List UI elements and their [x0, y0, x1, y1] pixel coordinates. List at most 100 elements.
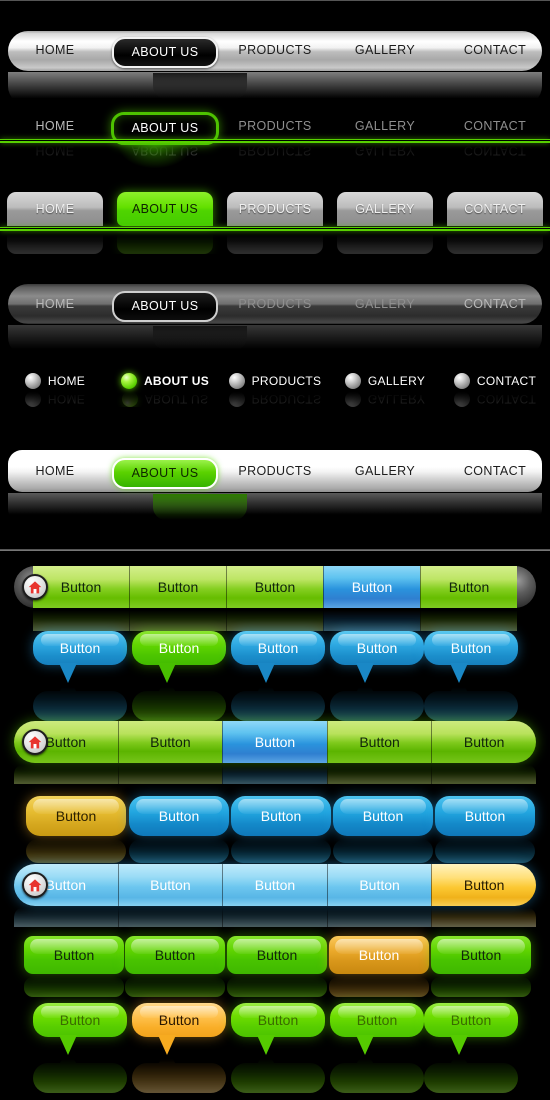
- tab-about-us[interactable]: ABOUT US: [117, 192, 213, 226]
- bubble-button-5[interactable]: Button: [424, 631, 518, 683]
- bubble-row-green: Button Button Button Button Button: [0, 999, 550, 1099]
- segment-button-3-active[interactable]: Button: [222, 721, 327, 763]
- bubble-tail: [59, 1035, 77, 1055]
- nav-item-label: CONTACT: [463, 464, 527, 478]
- separate-button-4-active[interactable]: Button: [329, 936, 429, 974]
- bubble-label: Button: [59, 1012, 101, 1028]
- bubble-button-1[interactable]: Button: [33, 1003, 127, 1055]
- segment-reflection: [14, 764, 118, 784]
- button-bars-panel: Button Button Button Button Button Butto…: [0, 550, 550, 1100]
- segment-button-2[interactable]: Button: [129, 566, 226, 608]
- tab-reflection: [447, 232, 543, 254]
- pill-label: Button: [55, 808, 97, 824]
- nav-item-label: CONTACT: [463, 297, 527, 311]
- nav-item-contact[interactable]: CONTACT: [440, 465, 550, 489]
- bubble-button-1[interactable]: Button: [33, 631, 127, 683]
- segment-button-2[interactable]: Button: [117, 864, 223, 906]
- home-icon[interactable]: [22, 729, 48, 755]
- bubble-label: Button: [257, 1012, 299, 1028]
- separate-button-2[interactable]: Button: [125, 936, 225, 974]
- nav-item-contact[interactable]: CONTACT: [440, 44, 550, 68]
- bubble-button-4[interactable]: Button: [330, 631, 424, 683]
- home-icon[interactable]: [22, 574, 48, 600]
- nav-item-label: PRODUCTS: [238, 297, 312, 311]
- pill-button-3[interactable]: Button: [231, 796, 331, 836]
- bubble-button-5[interactable]: Button: [424, 1003, 518, 1055]
- btn-row-green-separate: Button Button Button Button Button: [0, 936, 550, 998]
- segment-label: Button: [448, 579, 490, 595]
- bubble-label: Button: [450, 1012, 492, 1028]
- nav-item-products[interactable]: PRODUCTS: [220, 298, 330, 322]
- nav-item-home[interactable]: HOME: [0, 465, 110, 489]
- bubble-button-2-active[interactable]: Button: [132, 631, 226, 683]
- segment-reflection: [431, 907, 536, 927]
- nav-item-home[interactable]: HOME: [0, 298, 110, 322]
- nav-item-label: GALLERY: [354, 43, 416, 57]
- nav-dot-item-products[interactable]: PRODUCTS: [220, 373, 330, 389]
- segment-button-3[interactable]: Button: [222, 864, 327, 906]
- pill-button-2[interactable]: Button: [129, 796, 229, 836]
- nav-item-gallery[interactable]: GALLERY: [330, 298, 440, 322]
- nav-dot-item-home[interactable]: HOME: [0, 373, 110, 389]
- segment-label: Button: [254, 877, 296, 893]
- tab-home[interactable]: HOME: [7, 192, 103, 226]
- nav-item-gallery[interactable]: GALLERY: [330, 44, 440, 68]
- bubble-button-4[interactable]: Button: [330, 1003, 424, 1055]
- nav-item-about-us[interactable]: ABOUT US: [110, 458, 220, 489]
- nav-dot-label: PRODUCTS: [251, 374, 322, 388]
- segment-label: Button: [254, 579, 296, 595]
- nav-active-capsule-reflection: [153, 326, 247, 350]
- pill-row-blue: Button Button Button Button Button: [0, 796, 550, 871]
- nav-item-contact[interactable]: CONTACT: [440, 298, 550, 322]
- separate-button-3[interactable]: Button: [227, 936, 327, 974]
- segment-label: Button: [351, 579, 393, 595]
- tab-gallery[interactable]: GALLERY: [337, 192, 433, 226]
- bubble-tail: [356, 1035, 374, 1055]
- tab-reflection: [337, 232, 433, 254]
- segment-button-5[interactable]: Button: [420, 566, 517, 608]
- segment-button-4-active[interactable]: Button: [323, 566, 420, 608]
- nav-item-products[interactable]: PRODUCTS: [220, 44, 330, 68]
- btnbar-blue-rounded-row: Button Button Button Button Button: [0, 864, 550, 927]
- nav-silver-pill-row: HOME ABOUT US PRODUCTS GALLERY CONTACT: [0, 1, 550, 111]
- segment-button-4[interactable]: Button: [326, 864, 432, 906]
- nav-item-about-us[interactable]: ABOUT US: [110, 291, 220, 322]
- nav-item-home[interactable]: HOME: [0, 44, 110, 68]
- nav-item-gallery[interactable]: GALLERY: [330, 465, 440, 489]
- nav-item-about-us[interactable]: ABOUT US: [110, 37, 220, 68]
- nav-dark-pill-items: HOME ABOUT US PRODUCTS GALLERY CONTACT: [0, 291, 550, 322]
- pill-button-5[interactable]: Button: [435, 796, 535, 836]
- segment-button-3[interactable]: Button: [226, 566, 323, 608]
- segment-button-4[interactable]: Button: [326, 721, 432, 763]
- bubble-button-3[interactable]: Button: [231, 631, 325, 683]
- btnbar-green-segments: Button Button Button Button Button: [33, 566, 517, 608]
- tab-products[interactable]: PRODUCTS: [227, 192, 323, 226]
- bubble-button-2-active[interactable]: Button: [132, 1003, 226, 1055]
- segment-button-5[interactable]: Button: [431, 721, 536, 763]
- sphere-bullet-icon: [24, 373, 41, 389]
- tab-contact[interactable]: CONTACT: [447, 192, 543, 226]
- segment-reflection: [326, 764, 432, 784]
- nav-dot-item-gallery[interactable]: GALLERY: [330, 373, 440, 389]
- segment-reflection: [117, 764, 223, 784]
- bubble-tail: [450, 1035, 468, 1055]
- home-icon[interactable]: [22, 872, 48, 898]
- nav-green-divider-line: [0, 139, 550, 143]
- nav-dot-item-contact[interactable]: CONTACT: [440, 373, 550, 389]
- nav-item-products[interactable]: PRODUCTS: [220, 465, 330, 489]
- nav-dot-item-about-us[interactable]: ABOUT US: [110, 373, 220, 389]
- bubble-button-3[interactable]: Button: [231, 1003, 325, 1055]
- nav-item-label: PRODUCTS: [238, 43, 312, 57]
- nav-dark-pill-row: HOME ABOUT US PRODUCTS GALLERY CONTACT: [0, 276, 550, 366]
- nav-white-pill-row: HOME ABOUT US PRODUCTS GALLERY CONTACT: [0, 450, 550, 545]
- tab-reflection: [227, 232, 323, 254]
- btnbar-blue-rounded-reflection: [14, 907, 536, 927]
- separate-button-1[interactable]: Button: [24, 936, 124, 974]
- segment-button-2[interactable]: Button: [117, 721, 223, 763]
- pill-button-4[interactable]: Button: [333, 796, 433, 836]
- segment-button-5-active[interactable]: Button: [431, 864, 536, 906]
- separate-button-5[interactable]: Button: [431, 936, 531, 974]
- nav-dark-pill-reflection: [8, 325, 542, 357]
- pill-button-1-active[interactable]: Button: [26, 796, 126, 836]
- bubble-label: Button: [158, 1012, 200, 1028]
